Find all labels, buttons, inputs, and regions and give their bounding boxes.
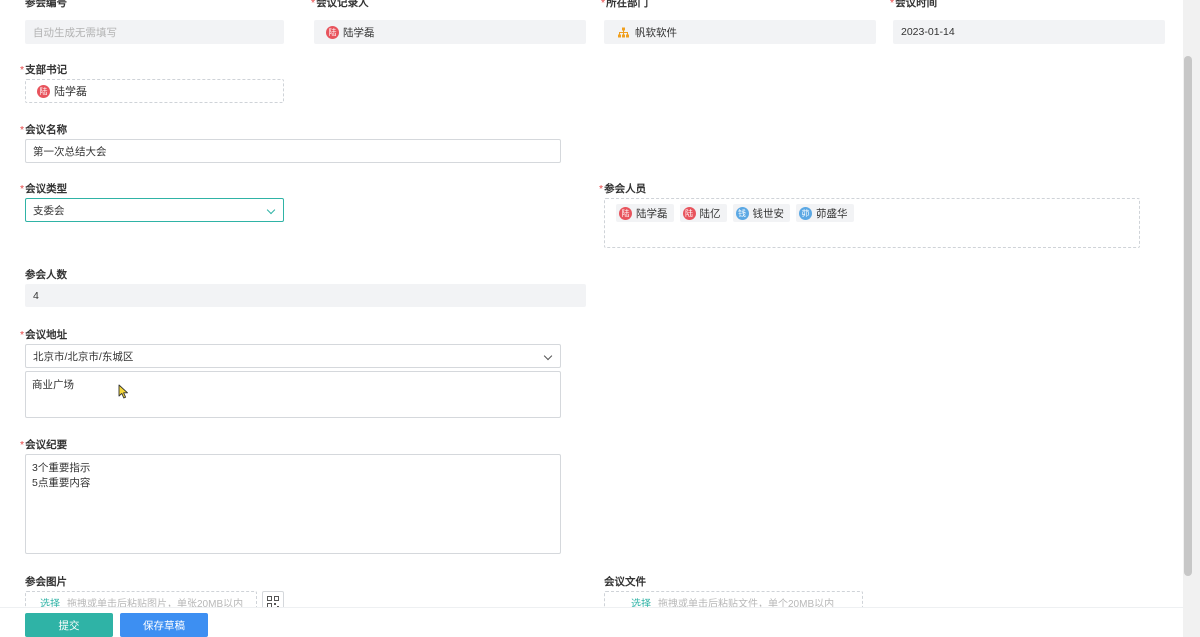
attendees-field[interactable]: 陆陆学磊 陆陆亿 钱钱世安 茆茆盛华 (604, 198, 1140, 248)
meeting-name-label: *会议名称 (20, 124, 68, 136)
attendee-tag[interactable]: 陆陆亿 (679, 204, 727, 222)
save-draft-button[interactable]: 保存草稿 (120, 613, 208, 637)
meeting-time-label: *会议时间 (890, 0, 938, 9)
meeting-name-input[interactable]: 第一次总结大会 (25, 139, 561, 163)
attendee-count-label: 参会人数 (25, 269, 67, 281)
recorder-field[interactable]: 陆 陆学磊 (314, 20, 586, 44)
meeting-no-label: 参会编号 (25, 0, 67, 9)
chevron-down-icon (266, 205, 276, 215)
avatar: 陆 (619, 206, 632, 220)
secretary-field[interactable]: 陆 陆学磊 (25, 79, 284, 103)
meeting-time-field[interactable]: 2023-01-14 (893, 20, 1165, 44)
meeting-no-field: 自动生成无需填写 (25, 20, 284, 44)
org-tree-icon (618, 27, 629, 37)
attendees-label: *参会人员 (599, 183, 647, 195)
attendee-tag[interactable]: 茆茆盛华 (796, 204, 854, 222)
mouse-cursor-icon (118, 384, 128, 399)
photos-label: 参会图片 (25, 576, 67, 588)
department-label: *所在部门 (601, 0, 649, 9)
minutes-label: *会议纪要 (20, 439, 68, 451)
attendee-count-field: 4 (25, 284, 586, 307)
chevron-down-icon (543, 351, 553, 361)
address-region-select[interactable]: 北京市/北京市/东城区 (25, 344, 561, 368)
address-label: *会议地址 (20, 329, 68, 341)
files-label: 会议文件 (604, 576, 646, 588)
avatar: 陆 (682, 206, 696, 220)
avatar: 陆 (326, 25, 339, 39)
meeting-type-select[interactable]: 支委会 (25, 198, 284, 222)
department-field[interactable]: 帆软软件 (604, 20, 876, 44)
meeting-type-label: *会议类型 (20, 183, 68, 195)
avatar: 茆 (799, 206, 812, 220)
submit-button[interactable]: 提交 (25, 613, 113, 637)
secretary-label: *支部书记 (20, 64, 68, 76)
minutes-textarea[interactable]: 3个重要指示 5点重要内容 (25, 454, 561, 554)
avatar: 钱 (735, 206, 749, 220)
address-detail-textarea[interactable]: 商业广场 (25, 371, 561, 418)
attendee-tag[interactable]: 钱钱世安 (732, 204, 790, 222)
attendee-tag[interactable]: 陆陆学磊 (616, 204, 674, 222)
avatar: 陆 (37, 84, 50, 98)
recorder-label: *会议记录人 (311, 0, 369, 9)
scrollbar-thumb[interactable] (1184, 56, 1192, 576)
